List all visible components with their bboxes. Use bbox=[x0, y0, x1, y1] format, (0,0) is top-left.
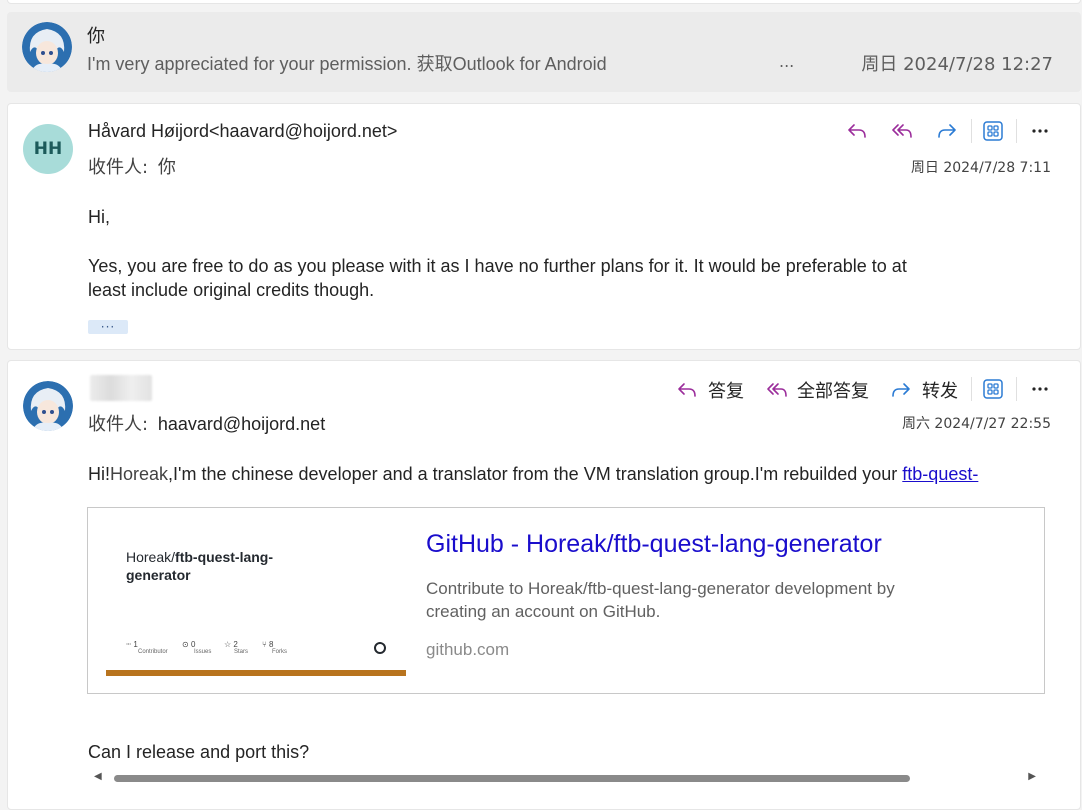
thumb-repo: ftb-quest-lang- bbox=[175, 549, 274, 565]
to-label: 收件人: bbox=[88, 414, 149, 435]
apps-button[interactable] bbox=[980, 376, 1006, 402]
stat-stars: ☆ 2 Stars bbox=[224, 640, 262, 655]
github-icon bbox=[374, 642, 386, 654]
recipients: 收件人: 你 bbox=[88, 153, 176, 179]
stat-forks: ⑂ 8 Forks bbox=[262, 640, 302, 655]
reply-icon bbox=[848, 124, 866, 138]
stat-label: Issues bbox=[194, 649, 212, 655]
horizontal-scrollbar[interactable]: ◀ ▶ bbox=[94, 771, 1036, 785]
body-line: Yes, you are free to do as you please wi… bbox=[88, 256, 907, 276]
thumb-bar bbox=[106, 670, 406, 676]
avatar bbox=[22, 22, 72, 72]
message-date: 周六 2024/7/27 22:55 bbox=[901, 416, 1051, 432]
link-preview-thumbnail: Horeak/ftb-quest-lang-generator ⵈ 1 Cont… bbox=[106, 528, 406, 678]
reply-icon bbox=[678, 383, 696, 397]
star-icon: ☆ bbox=[224, 640, 232, 649]
stat-label: Stars bbox=[234, 649, 249, 655]
apps-icon bbox=[983, 379, 1003, 399]
forward-label: 转发 bbox=[922, 381, 958, 402]
show-more-button[interactable]: ··· bbox=[88, 320, 128, 334]
reply-all-button[interactable] bbox=[889, 118, 915, 144]
body-greeting: Hi, bbox=[88, 207, 110, 227]
people-icon: ⵈ bbox=[126, 640, 132, 649]
thumb-repo: generator bbox=[126, 567, 191, 583]
preview-ellipsis: ... bbox=[779, 52, 795, 71]
avatar-initials: HH bbox=[33, 139, 63, 159]
to-label: 收件人: bbox=[88, 157, 149, 178]
reply-label: 答复 bbox=[708, 381, 744, 402]
body-line: Hi!Horeak,I'm the chinese developer and … bbox=[88, 464, 1046, 485]
link-preview-domain: github.com bbox=[426, 640, 510, 659]
message-date: 周日 2024/7/28 12:27 bbox=[861, 54, 1053, 75]
more-icon bbox=[1032, 129, 1048, 133]
reply-all-label: 全部答复 bbox=[797, 381, 869, 402]
forward-button[interactable]: 转发 bbox=[890, 377, 958, 403]
issue-icon: ⊙ bbox=[182, 640, 189, 649]
scrollbar-thumb[interactable] bbox=[114, 775, 910, 782]
sender-name[interactable]: Håvard Høijord<haavard@hoijord.net> bbox=[88, 121, 397, 142]
body-name: Horeak bbox=[110, 464, 169, 484]
to-value: 你 bbox=[157, 157, 176, 178]
body-closing: Can I release and port this? bbox=[88, 742, 310, 762]
forward-icon bbox=[892, 383, 910, 397]
toolbar-divider bbox=[1016, 119, 1017, 143]
stat-number: 0 bbox=[190, 640, 196, 649]
recipients: 收件人: haavard@hoijord.net bbox=[88, 410, 325, 436]
stat-number: 2 bbox=[233, 640, 238, 649]
to-value: haavard@hoijord.net bbox=[157, 414, 326, 434]
thumb-owner: Horeak/ bbox=[126, 549, 176, 565]
thumb-title: Horeak/ftb-quest-lang-generator bbox=[126, 548, 366, 584]
apps-button[interactable] bbox=[980, 118, 1006, 144]
stat-label: Contributor bbox=[138, 649, 168, 655]
body-hi: Hi! bbox=[88, 464, 110, 484]
avatar bbox=[23, 381, 73, 431]
message-date: 周日 2024/7/28 7:11 bbox=[910, 160, 1051, 176]
forward-button[interactable] bbox=[934, 118, 960, 144]
repo-link[interactable]: ftb-quest- bbox=[902, 464, 978, 484]
link-preview-description: creating an account on GitHub. bbox=[426, 602, 661, 621]
stat-contributors: ⵈ 1 Contributor bbox=[126, 640, 182, 655]
reply-button[interactable] bbox=[844, 118, 870, 144]
reply-all-button[interactable]: 全部答复 bbox=[765, 377, 869, 403]
stat-number: 8 bbox=[269, 640, 274, 649]
reply-button[interactable]: 答复 bbox=[676, 377, 744, 403]
sender-name: 你 bbox=[87, 26, 105, 47]
collapsed-message[interactable]: 你 I'm very appreciated for your permissi… bbox=[7, 12, 1081, 92]
stat-label: Forks bbox=[272, 649, 287, 655]
toolbar-divider bbox=[971, 119, 972, 143]
fork-icon: ⑂ bbox=[262, 640, 267, 649]
previous-message-edge bbox=[7, 0, 1081, 4]
link-preview-card[interactable]: Horeak/ftb-quest-lang-generator ⵈ 1 Cont… bbox=[87, 507, 1045, 694]
body-line: least include original credits though. bbox=[88, 280, 375, 300]
thumb-stats: ⵈ 1 Contributor ⊙ 0 Issues ☆ 2 Stars ⑂ 8… bbox=[126, 640, 302, 655]
redacted-sender bbox=[90, 375, 152, 401]
apps-icon bbox=[983, 121, 1003, 141]
more-actions-button[interactable] bbox=[1027, 376, 1053, 402]
reply-all-icon bbox=[892, 124, 912, 138]
message-card: HH Håvard Høijord<haavard@hoijord.net> 收… bbox=[7, 103, 1081, 350]
more-actions-button[interactable] bbox=[1027, 118, 1053, 144]
avatar: HH bbox=[23, 124, 73, 174]
stat-number: 1 bbox=[133, 640, 138, 649]
reply-all-icon bbox=[767, 383, 787, 397]
body-text: ,I'm the chinese developer and a transla… bbox=[168, 464, 903, 484]
stat-issues: ⊙ 0 Issues bbox=[182, 640, 224, 655]
forward-icon bbox=[938, 124, 956, 138]
more-icon bbox=[1032, 387, 1048, 391]
message-preview: I'm very appreciated for your permission… bbox=[87, 54, 607, 74]
scroll-right-arrow[interactable]: ▶ bbox=[1028, 771, 1036, 782]
scroll-left-arrow[interactable]: ◀ bbox=[94, 771, 102, 782]
toolbar-divider bbox=[971, 377, 972, 401]
toolbar-divider bbox=[1016, 377, 1017, 401]
link-preview-title[interactable]: GitHub - Horeak/ftb-quest-lang-generator bbox=[426, 530, 882, 559]
link-preview-description: Contribute to Horeak/ftb-quest-lang-gene… bbox=[426, 579, 895, 598]
